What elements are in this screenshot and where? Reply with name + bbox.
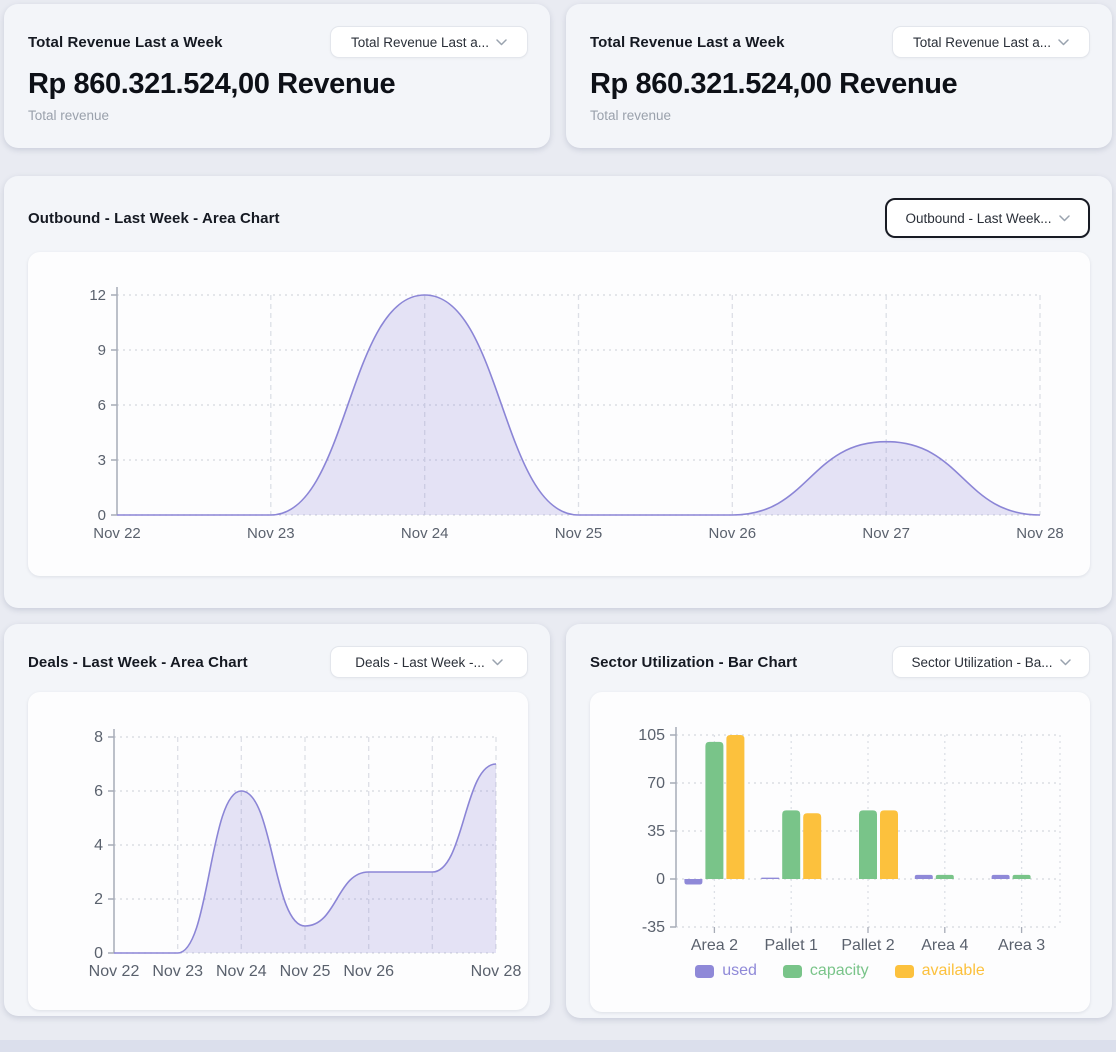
x-tick-label: Nov 26 <box>343 963 394 980</box>
revenue-value: Rp 860.321.524,00 Revenue <box>590 68 1088 101</box>
y-tick-label: 8 <box>94 729 103 746</box>
y-tick-label: 2 <box>94 891 103 908</box>
deals-chart-svg: 0 2 4 6 8 Nov 22 Nov 23 Nov 24 Nov 25 Nov 26 Nov 2… <box>28 692 526 1010</box>
bar-capacity-area-2 <box>705 742 723 879</box>
revenue-card-right: Total Revenue Last a Week Total Revenue … <box>566 4 1112 148</box>
bar-available-pallet-2 <box>880 810 898 879</box>
x-tick-label: Nov 22 <box>89 963 140 980</box>
y-tick-label: 0 <box>94 945 103 962</box>
sector-bar-chart: -35 0 35 70 105 Area 2 Pallet 1 Pallet 2 Area 4 A… <box>590 692 1090 980</box>
bar-available-area-2 <box>726 735 744 879</box>
chart-panel: 0 3 6 9 12 Nov 22 Nov 23 Nov 24 Nov 25 Nov 26 Nov … <box>28 252 1090 576</box>
x-tick-label: Nov 27 <box>862 525 910 542</box>
y-tick-label: 9 <box>98 342 106 359</box>
revenue-card-left: Total Revenue Last a Week Total Revenue … <box>4 4 550 148</box>
legend-item-capacity[interactable]: capacity <box>783 962 869 980</box>
x-tick-label: Pallet 1 <box>765 937 818 954</box>
card-title: Total Revenue Last a Week <box>590 34 785 51</box>
x-tick-label: Nov 23 <box>152 963 203 980</box>
metric-select[interactable]: Total Revenue Last a... <box>330 26 528 58</box>
x-tick-label: Nov 28 <box>1016 525 1064 542</box>
outbound-chart-svg: 0 3 6 9 12 Nov 22 Nov 23 Nov 24 Nov 25 Nov 26 Nov … <box>28 252 1090 576</box>
x-tick-label: Nov 28 <box>471 963 522 980</box>
x-tick-label: Nov 22 <box>93 525 141 542</box>
y-tick-label: 6 <box>98 397 106 414</box>
x-tick-label: Area 4 <box>921 937 968 954</box>
x-tick-label: Nov 25 <box>555 525 603 542</box>
chart-select[interactable]: Deals - Last Week -... <box>330 646 528 678</box>
x-tick-label: Nov 23 <box>247 525 295 542</box>
y-tick-label: 105 <box>638 727 665 744</box>
metric-select[interactable]: Total Revenue Last a... <box>892 26 1090 58</box>
bar-capacity-pallet-1 <box>782 810 800 879</box>
select-value: Total Revenue Last a... <box>351 35 489 50</box>
y-tick-label: 3 <box>98 452 106 469</box>
outbound-area-chart: 0 3 6 9 12 Nov 22 Nov 23 Nov 24 Nov 25 Nov 26 Nov … <box>28 252 1090 576</box>
x-tick-label: Nov 24 <box>401 525 449 542</box>
card-title: Outbound - Last Week - Area Chart <box>28 210 280 227</box>
deals-area-chart: 0 2 4 6 8 Nov 22 Nov 23 Nov 24 Nov 25 Nov 26 Nov 2… <box>28 692 528 1010</box>
legend-label: capacity <box>810 962 869 980</box>
chart-select[interactable]: Sector Utilization - Ba... <box>892 646 1090 678</box>
x-tick-label: Area 3 <box>998 937 1045 954</box>
x-tick-label: Nov 24 <box>216 963 267 980</box>
y-tick-label: 70 <box>647 775 665 792</box>
chevron-down-icon <box>1060 659 1071 666</box>
chevron-down-icon <box>496 39 507 46</box>
revenue-value: Rp 860.321.524,00 Revenue <box>28 68 526 101</box>
revenue-subtitle: Total revenue <box>28 108 526 123</box>
select-value: Outbound - Last Week... <box>905 211 1051 226</box>
y-tick-label: 12 <box>89 287 106 304</box>
select-value: Deals - Last Week -... <box>355 655 485 670</box>
card-title: Sector Utilization - Bar Chart <box>590 654 797 671</box>
legend-label: available <box>922 962 985 980</box>
bar-capacity-pallet-2 <box>859 810 877 879</box>
y-tick-label: 0 <box>656 871 665 888</box>
chart-panel: -35 0 35 70 105 Area 2 Pallet 1 Pallet 2 Area 4 A… <box>590 692 1090 1012</box>
chevron-down-icon <box>492 659 503 666</box>
select-value: Sector Utilization - Ba... <box>911 655 1052 670</box>
y-tick-label: 0 <box>98 507 106 524</box>
select-value: Total Revenue Last a... <box>913 35 1051 50</box>
legend-swatch <box>783 965 802 978</box>
bar-capacity-area-4 <box>936 875 954 879</box>
x-tick-label: Nov 26 <box>709 525 757 542</box>
legend-item-used[interactable]: used <box>695 962 757 980</box>
bar-capacity-area-3 <box>1013 875 1031 879</box>
legend-label: used <box>722 962 757 980</box>
page-bottom-strip <box>0 1040 1116 1052</box>
revenue-subtitle: Total revenue <box>590 108 1088 123</box>
chart-panel: 0 2 4 6 8 Nov 22 Nov 23 Nov 24 Nov 25 Nov 26 Nov 2… <box>28 692 528 1010</box>
outbound-chart-card: Outbound - Last Week - Area Chart Outbou… <box>4 176 1112 608</box>
chevron-down-icon <box>1058 39 1069 46</box>
y-tick-label: 4 <box>94 837 103 854</box>
bar-used-area-3 <box>992 875 1010 879</box>
x-tick-label: Nov 25 <box>280 963 331 980</box>
y-tick-label: 6 <box>94 783 103 800</box>
card-title: Deals - Last Week - Area Chart <box>28 654 248 671</box>
bar-available-pallet-1 <box>803 813 821 879</box>
chart-select[interactable]: Outbound - Last Week... <box>885 198 1090 238</box>
sector-chart-svg: -35 0 35 70 105 Area 2 Pallet 1 Pallet 2 Area 4 A… <box>590 692 1088 958</box>
bar-used-area-4 <box>915 875 933 879</box>
x-tick-label: Area 2 <box>691 937 738 954</box>
sector-chart-card: Sector Utilization - Bar Chart Sector Ut… <box>566 624 1112 1018</box>
y-tick-label: 35 <box>647 823 665 840</box>
x-tick-label: Pallet 2 <box>841 937 894 954</box>
y-tick-label: -35 <box>642 919 665 936</box>
deals-chart-card: Deals - Last Week - Area Chart Deals - L… <box>4 624 550 1016</box>
card-title: Total Revenue Last a Week <box>28 34 223 51</box>
legend-item-available[interactable]: available <box>895 962 985 980</box>
legend-swatch <box>695 965 714 978</box>
chevron-down-icon <box>1059 215 1070 222</box>
bar-used-pallet-1 <box>761 878 779 879</box>
legend-swatch <box>895 965 914 978</box>
chart-legend: used capacity available <box>590 962 1090 980</box>
bar-used-area-2 <box>684 879 702 885</box>
